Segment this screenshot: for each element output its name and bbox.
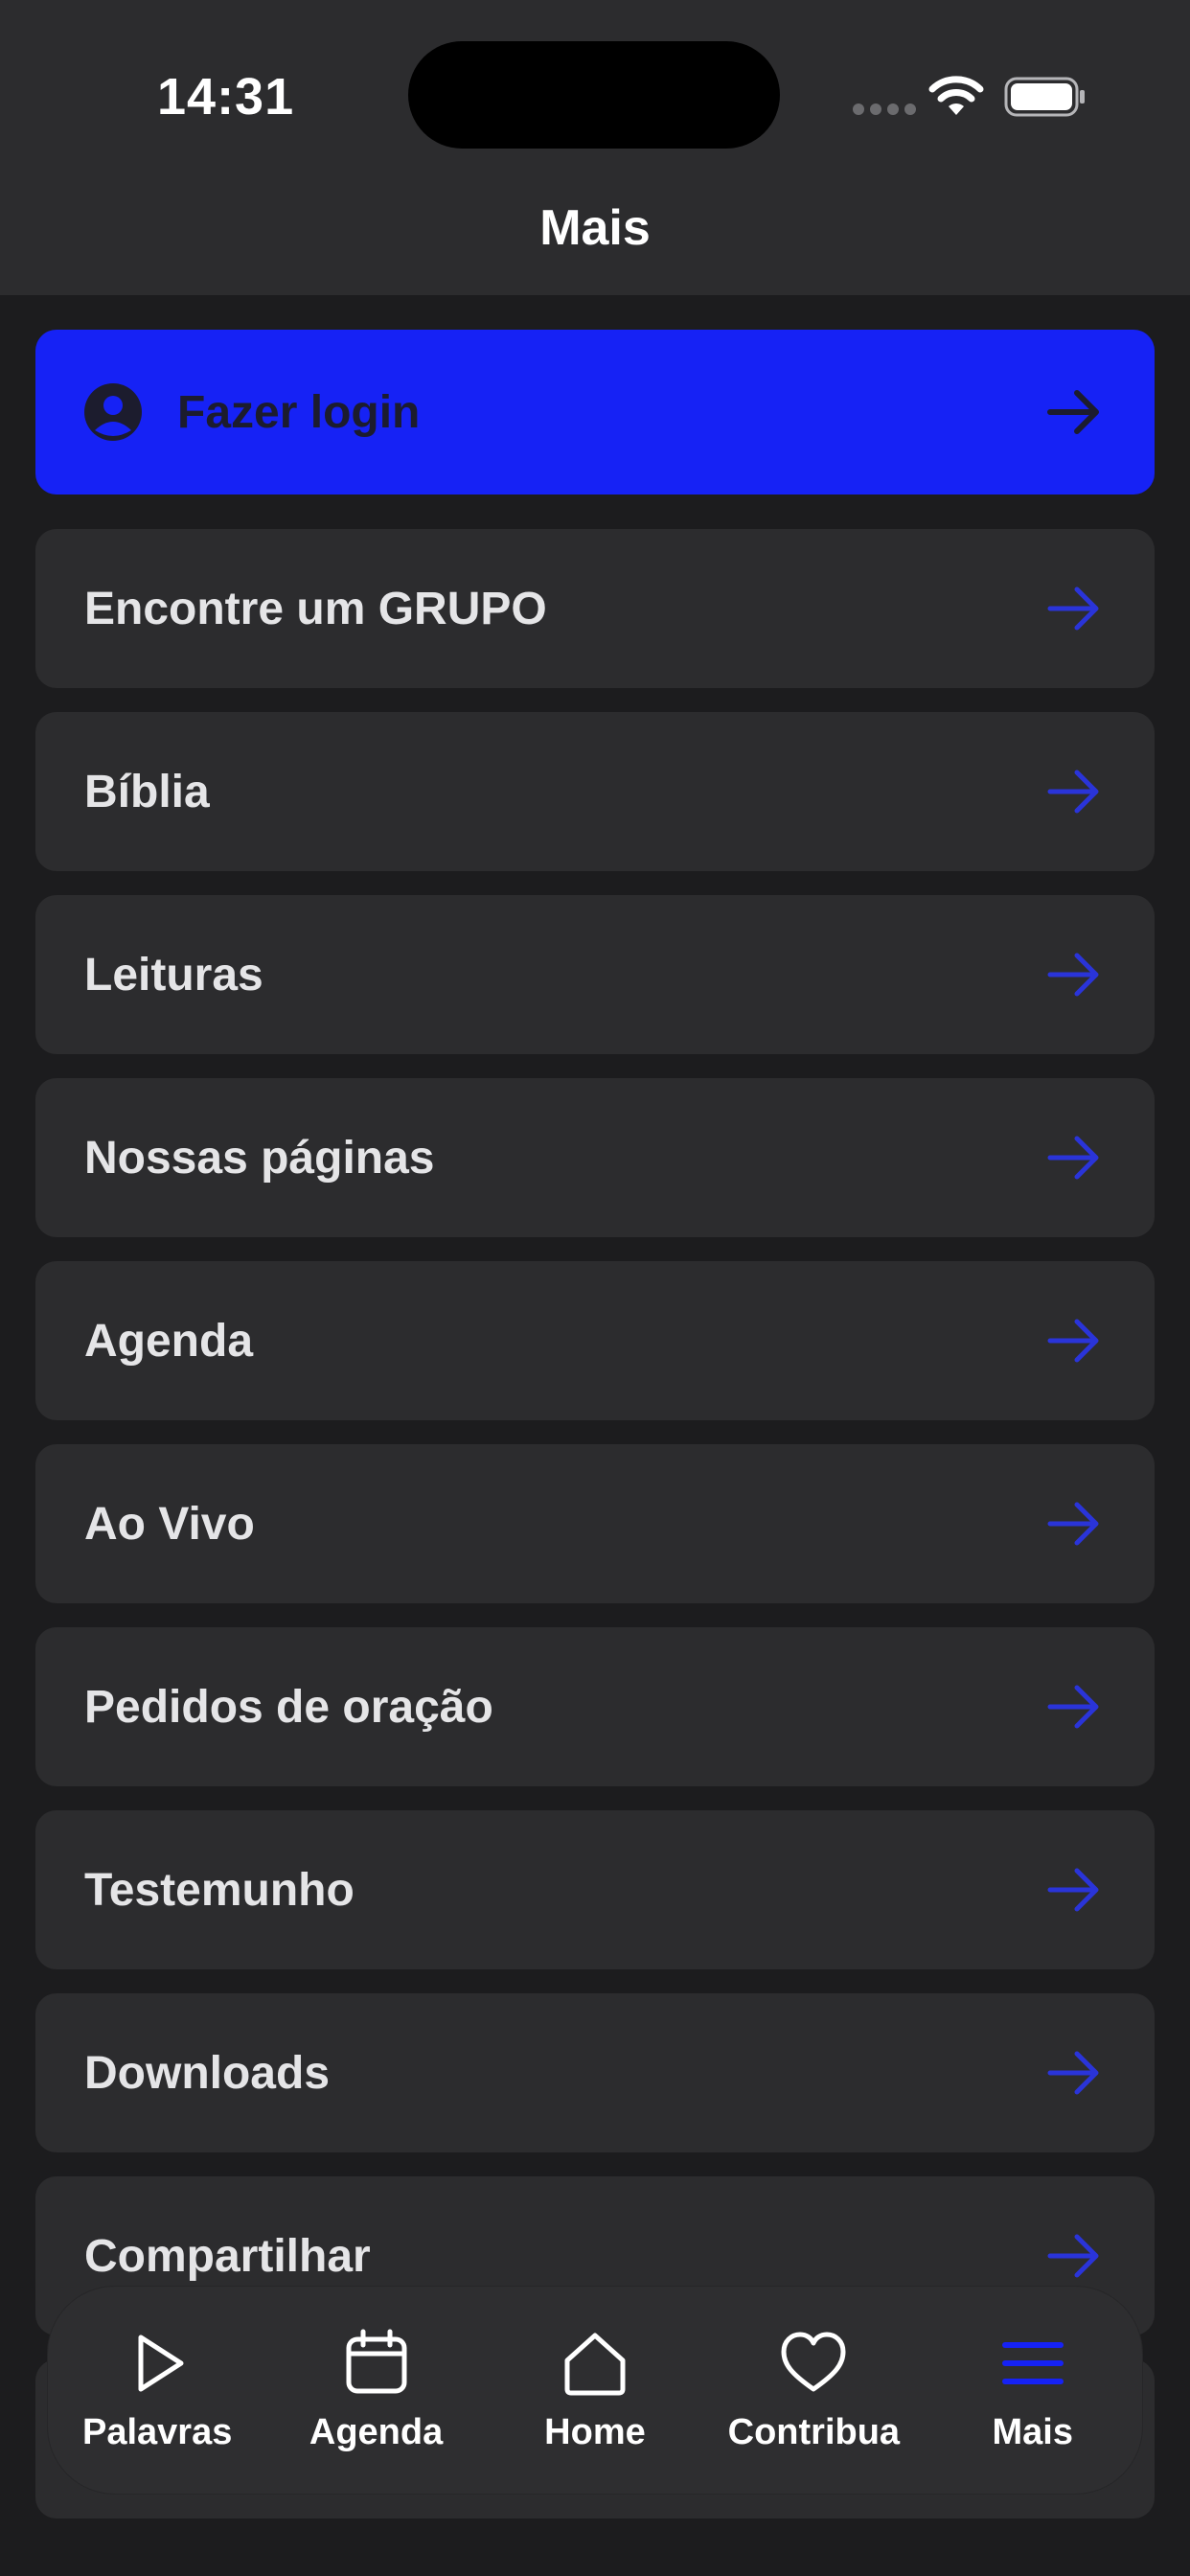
tab-contribua[interactable]: Contribua [708,2328,919,2453]
arrow-right-icon [1047,390,1099,434]
wifi-icon [928,76,984,115]
tab-palavras[interactable]: Palavras [52,2328,263,2453]
arrow-right-icon [1047,1685,1099,1729]
menu-item-biblia[interactable]: Bíblia [35,712,1155,871]
menu-item-nossas-paginas[interactable]: Nossas páginas [35,1078,1155,1237]
menu-item-leituras[interactable]: Leituras [35,895,1155,1054]
menu-item-label: Bíblia [84,766,210,817]
tab-label: Mais [992,2411,1073,2452]
heart-icon [781,2332,846,2391]
page-title: Mais [539,200,651,256]
arrow-right-icon [1047,586,1099,631]
arrow-right-icon [1047,1319,1099,1363]
menu-item-encontre-um-grupo[interactable]: Encontre um GRUPO [35,529,1155,688]
menu-item-label: Leituras [84,949,263,1000]
tab-label: Agenda [309,2411,444,2452]
play-icon [138,2334,184,2391]
menu-item-pedidos-de-oracao[interactable]: Pedidos de oração [35,1627,1155,1786]
arrow-right-icon [1047,2051,1099,2095]
arrow-right-icon [1047,2234,1099,2278]
tab-bar: Palavras Agenda Home Contribua Mais [48,2287,1142,2494]
login-button[interactable]: Fazer login [35,330,1155,494]
menu-item-testemunho[interactable]: Testemunho [35,1810,1155,1969]
menu-item-downloads[interactable]: Downloads [35,1993,1155,2152]
dynamic-island [408,41,780,149]
header: 14:31 Mais [0,0,1190,295]
arrow-right-icon [1047,1502,1099,1546]
arrow-right-icon [1047,953,1099,997]
tab-mais[interactable]: Mais [927,2328,1138,2453]
menu-item-label: Testemunho [84,1864,355,1916]
home-icon [564,2333,626,2395]
screen: 14:31 Mais Fazer login Encontre um GRUPO… [0,0,1190,2576]
signal-dots-icon [853,104,916,115]
user-circle-icon [84,383,142,441]
menu-item-label: Downloads [84,2047,331,2099]
menu-item-ao-vivo[interactable]: Ao Vivo [35,1444,1155,1603]
menu-item-label: Compartilhar [84,2230,371,2282]
tab-label: Home [544,2411,646,2452]
menu-icon [1001,2341,1064,2384]
tab-agenda[interactable]: Agenda [271,2328,482,2453]
battery-icon [1004,77,1085,117]
menu-item-label: Nossas páginas [84,1132,435,1184]
arrow-right-icon [1047,1868,1099,1912]
arrow-right-icon [1047,1136,1099,1180]
tab-label: Palavras [82,2411,233,2452]
login-label: Fazer login [177,386,421,438]
menu-list: Fazer login Encontre um GRUPO Bíblia Lei… [35,330,1155,2542]
arrow-right-icon [1047,770,1099,814]
tab-label: Contribua [727,2411,901,2452]
menu-item-label: Pedidos de oração [84,1681,493,1733]
status-time: 14:31 [157,68,295,126]
menu-item-agenda[interactable]: Agenda [35,1261,1155,1420]
menu-item-label: Agenda [84,1315,254,1367]
calendar-icon [346,2329,407,2393]
menu-item-label: Ao Vivo [84,1498,255,1550]
tab-home[interactable]: Home [490,2328,700,2453]
menu-item-label: Encontre um GRUPO [84,583,547,634]
